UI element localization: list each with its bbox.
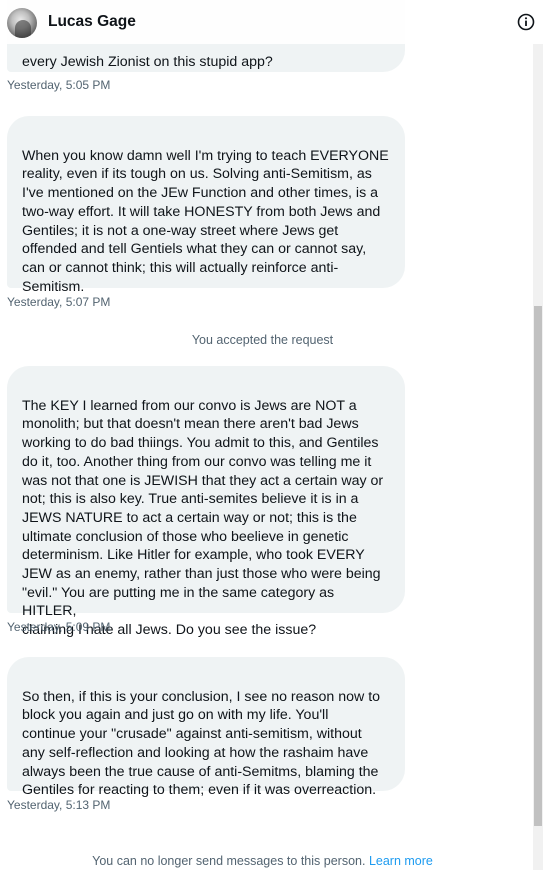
conversation-name[interactable]: Lucas Gage [48, 13, 136, 31]
scrollbar[interactable] [533, 44, 543, 870]
footer-text: You can no longer send messages to this … [92, 854, 366, 868]
message-timestamp: Yesterday, 5:07 PM [7, 295, 111, 309]
message-bubble-received: When you know damn well I'm trying to te… [7, 116, 405, 295]
message-text: So then, if this is your conclusion, I s… [22, 688, 381, 799]
learn-more-link[interactable]: Learn more [369, 854, 433, 868]
message-timestamp: Yesterday, 5:09 PM [7, 620, 111, 634]
message-timestamp: Yesterday, 5:05 PM [7, 78, 111, 92]
message-bubble-received: So then, if this is your conclusion, I s… [7, 657, 405, 798]
message-text: The KEY I learned from our convo is Jews… [22, 397, 384, 639]
conversation-header: Lucas Gage [0, 0, 543, 44]
message-text: every Jewish Zionist on this stupid app? [22, 53, 273, 70]
avatar[interactable] [7, 8, 37, 38]
info-circle-icon[interactable] [517, 13, 535, 31]
message-bubble-received: The KEY I learned from our convo is Jews… [7, 366, 405, 638]
scrollbar-thumb[interactable] [534, 306, 542, 826]
system-notice: You accepted the request [191, 333, 334, 347]
message-text: When you know damn well I'm trying to te… [22, 147, 389, 295]
message-timestamp: Yesterday, 5:13 PM [7, 798, 111, 812]
conversation-closed-notice: You can no longer send messages to this … [0, 854, 525, 868]
